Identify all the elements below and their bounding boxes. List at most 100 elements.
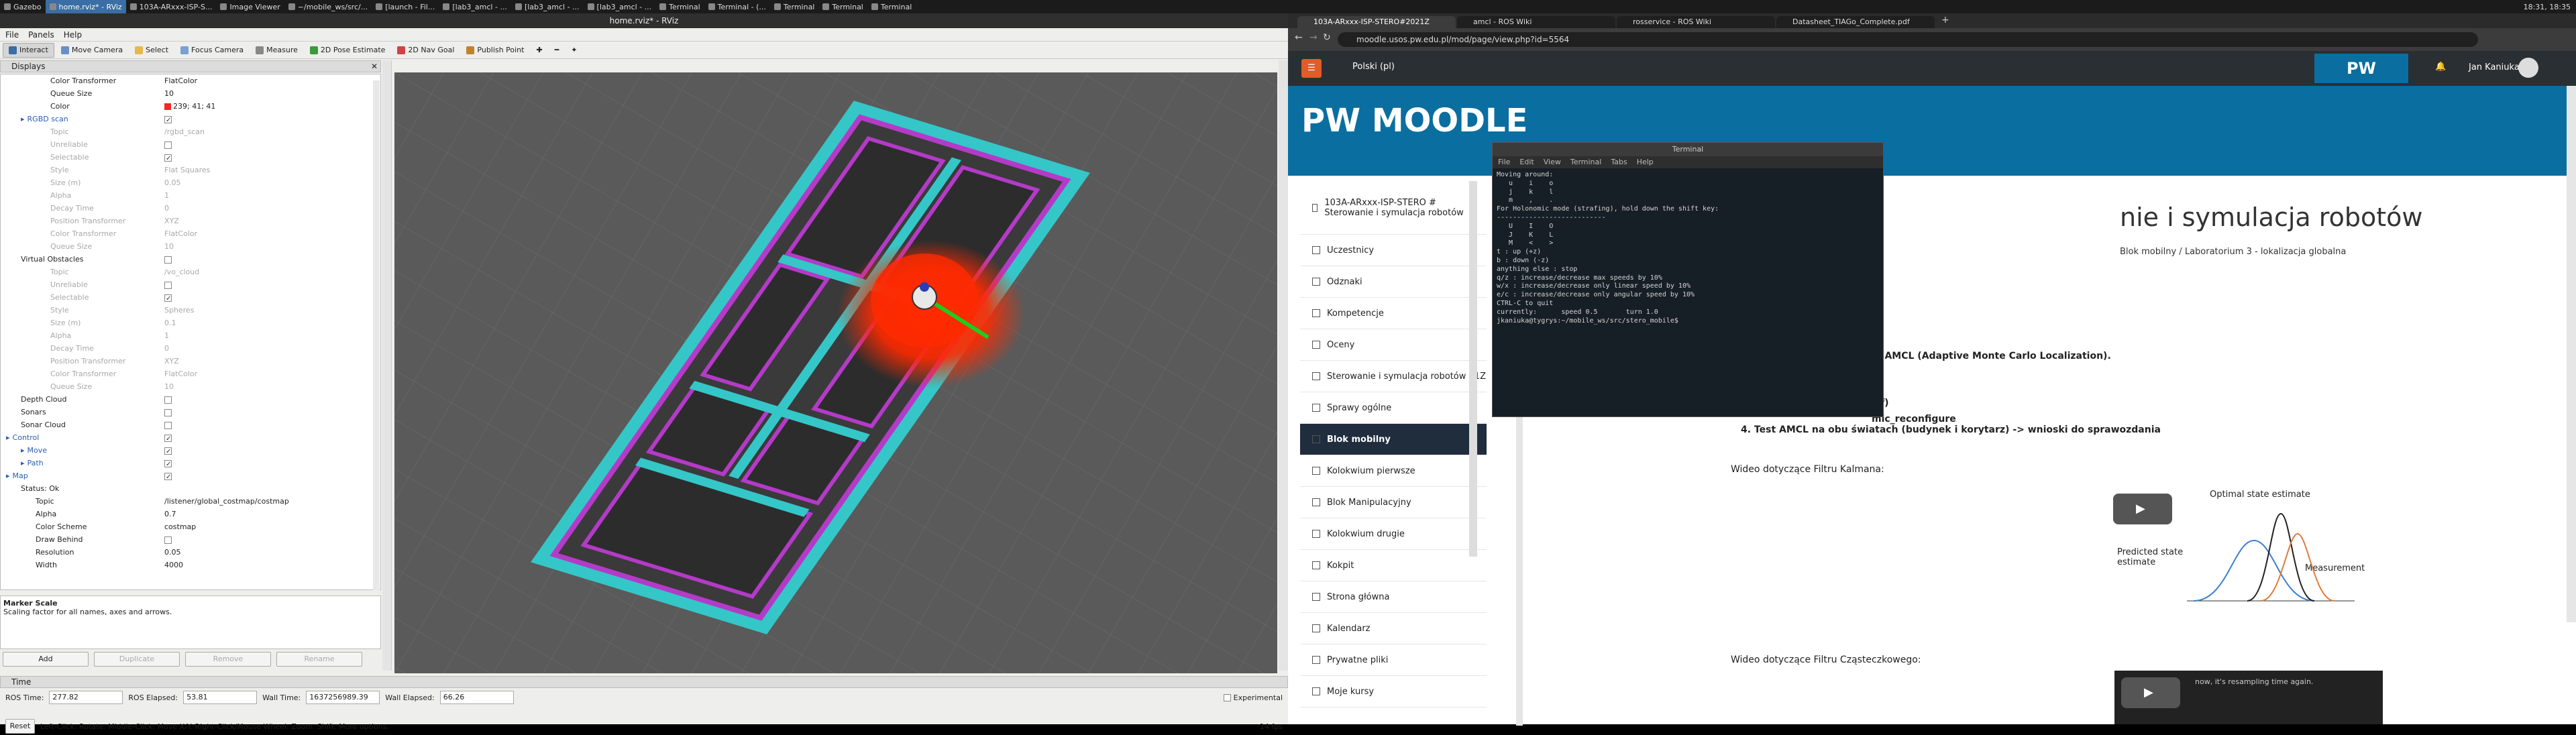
experimental-checkbox[interactable] [1223,693,1231,701]
display-row[interactable]: ▸ Map [1,469,380,484]
terminal-menu-item[interactable]: Help [1637,156,1654,168]
add-button[interactable]: Add [3,652,89,667]
property-value[interactable]: 239; 41; 41 [164,100,215,113]
sidebar-item[interactable]: Prywatne pliki [1300,644,1487,676]
ros-time-field[interactable]: 277.82 [49,691,123,704]
property-value[interactable]: 10 [164,87,174,100]
expand-icon[interactable]: ▸ [21,446,25,455]
back-icon[interactable]: ← [1295,32,1303,43]
sidebar-item[interactable]: Oceny [1300,329,1487,361]
display-row[interactable]: Draw Behind [1,533,380,546]
property-value[interactable]: FlatColor [164,227,197,240]
property-value[interactable]: 0 [164,342,169,355]
terminal-menu-item[interactable]: File [1498,156,1510,168]
tool-2d-nav-goal[interactable]: 2D Nav Goal [392,43,460,58]
sidebar-item[interactable]: Kompetencje [1300,298,1487,329]
property-value[interactable]: 1 [164,189,169,202]
display-row[interactable]: Position Transformer XYZ [1,355,380,368]
display-row[interactable]: Virtual Obstacles [1,253,380,266]
menu-file[interactable]: File [5,28,19,41]
property-value[interactable] [164,393,172,406]
displays-tree[interactable]: Color Transformer FlatColor Queue Size 10 Co… [0,74,381,590]
display-row[interactable]: Size (m) 0.1 [1,317,380,329]
checkbox[interactable] [164,536,172,544]
display-row[interactable]: Unreliable [1,278,380,291]
display-row[interactable]: Topic/listener/global_costmap/costmap [1,495,380,508]
taskbar-item[interactable]: [launch - Fil... [372,0,439,13]
taskbar-item[interactable]: Image Viewer [216,0,284,13]
bell-icon[interactable]: 🔔 [2435,62,2446,72]
property-value[interactable] [164,431,172,445]
property-value[interactable]: Spheres [164,304,194,317]
display-row[interactable]: ▸ Path [1,457,380,471]
expand-icon[interactable]: ▸ [6,433,10,442]
rename-button[interactable]: Rename [276,652,362,667]
checkbox[interactable] [164,445,172,458]
page-scrollbar[interactable] [2567,86,2576,622]
display-row[interactable]: ▸ Move [1,444,380,458]
property-value[interactable]: /listener/global_costmap/costmap [164,495,289,508]
checkbox[interactable] [164,292,172,305]
checkbox[interactable] [164,141,172,149]
display-row[interactable]: Sonar Cloud [1,418,380,431]
display-row[interactable]: Depth Cloud [1,393,380,406]
terminal-menu-item[interactable]: Tabs [1611,156,1627,168]
wall-time-field[interactable]: 1637256989.39 [306,691,380,704]
display-row[interactable]: Unreliable [1,138,380,151]
checkbox[interactable] [164,433,172,445]
property-value[interactable] [164,253,172,266]
sidebar-item[interactable]: Kolokwium drugie [1300,518,1487,550]
sidebar-item[interactable]: Moje kursy [1300,676,1487,708]
tool-interact[interactable]: Interact [3,42,54,58]
property-value[interactable]: FlatColor [164,74,197,87]
reset-button[interactable]: Reset [5,719,35,734]
ros-elapsed-field[interactable]: 53.81 [183,691,258,704]
scrollbar[interactable] [373,80,380,590]
display-row[interactable]: Style Flat Squares [1,164,380,176]
sidebar-scrollbar[interactable] [1469,181,1477,557]
display-row[interactable]: Decay Time 0 [1,202,380,215]
expand-icon[interactable]: ▸ [21,115,25,123]
taskbar-item[interactable]: ~/mobile_ws/src/... [284,0,372,13]
taskbar-item[interactable]: [lab3_amcl - ... [511,0,584,13]
expand-icon[interactable]: ▸ [21,459,25,467]
display-row[interactable]: Selectable [1,151,380,165]
plus-icon[interactable]: ✚ [531,43,547,58]
property-value[interactable] [164,406,172,418]
property-value[interactable]: XYZ [164,215,179,227]
checkbox[interactable] [164,256,172,264]
display-row[interactable]: Alpha 1 [1,189,380,202]
splitter[interactable] [1279,60,1288,671]
display-row[interactable]: Alpha 1 [1,329,380,342]
property-value[interactable]: 10 [164,240,174,253]
particle-video[interactable]: ▶ now, it's resampling time again. [2114,671,2383,724]
display-row[interactable]: ▸ Control [1,431,380,445]
display-row[interactable]: Alpha 0.7 [1,508,380,520]
property-value[interactable] [164,418,172,431]
terminal-menu-item[interactable]: View [1544,156,1561,168]
display-row[interactable]: Width 4000 [1,559,380,571]
menu-help[interactable]: Help [64,28,82,41]
property-value[interactable] [164,444,172,458]
user-name[interactable]: Jan Kaniuka [2469,62,2520,72]
terminal-menu-item[interactable]: Edit [1519,156,1534,168]
sidebar-item[interactable]: Strona główna [1300,581,1487,613]
display-row[interactable]: Queue Size 10 [1,240,380,253]
new-tab-icon[interactable]: + [1941,15,1949,25]
taskbar-item[interactable]: Terminal [770,0,819,13]
taskbar-item[interactable]: Terminal [655,0,704,13]
taskbar-item[interactable]: [lab3_amcl - ... [584,0,656,13]
property-value[interactable]: 10 [164,380,174,393]
splitter[interactable] [382,60,392,671]
sidebar-item[interactable]: Kokpit [1300,550,1487,581]
tool-select[interactable]: Select [129,43,174,58]
expand-icon[interactable]: ▸ [6,471,10,480]
property-value[interactable]: FlatColor [164,368,197,380]
terminal-window[interactable]: Terminal File Edit View Terminal Tabs Help Mo… [1492,142,1884,417]
property-value[interactable] [164,151,172,165]
display-row[interactable]: Color Transformer FlatColor [1,74,380,87]
checkbox[interactable] [164,458,172,471]
property-value[interactable]: /vo_cloud [164,266,199,278]
property-value[interactable] [164,469,172,484]
property-value[interactable]: 0.1 [164,317,176,329]
